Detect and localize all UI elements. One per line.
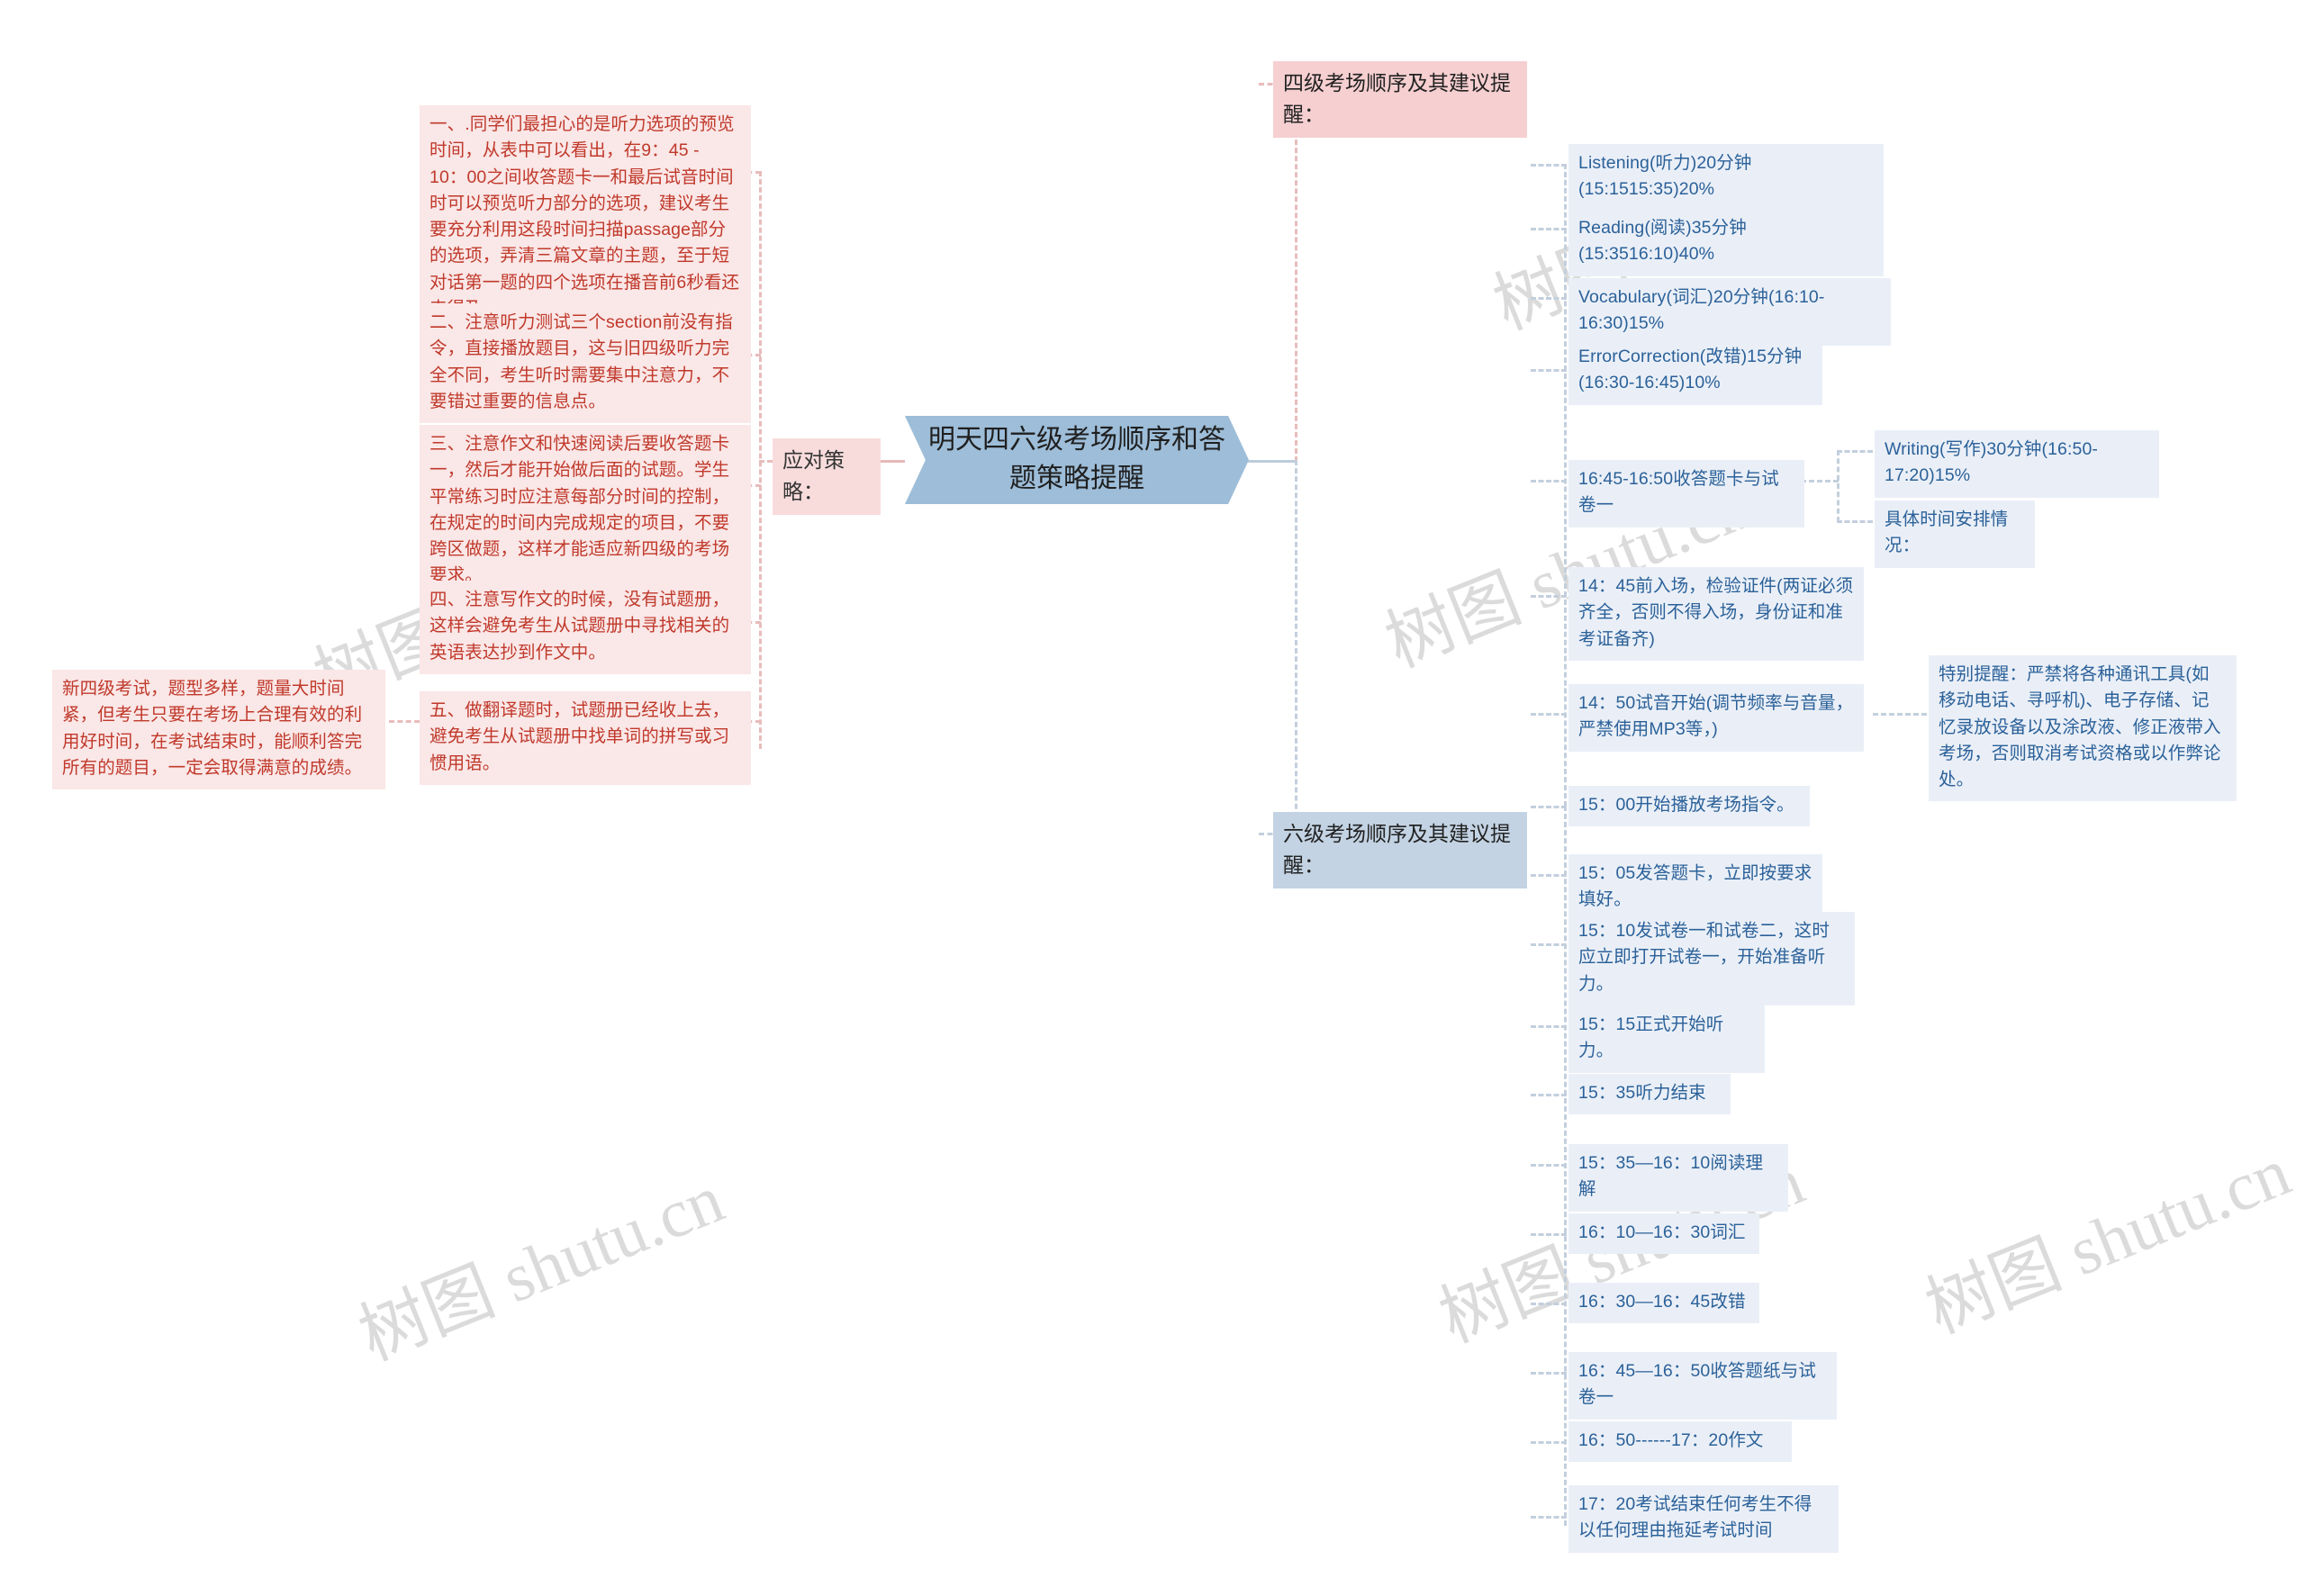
central-topic-label: 明天四六级考场顺序和答题策略提醒 <box>928 425 1225 493</box>
connector-cet4-item-4 <box>1531 369 1567 372</box>
watermark: 树图 shutu.cn <box>348 1160 734 1375</box>
strategy-item-4[interactable]: 四、注意写作文的时候，没有试题册，这样会避免考生从试题册中寻找相关的英语表达抄到… <box>420 581 751 674</box>
cet4-branch-label[interactable]: 四级考场顺序及其建议提醒： <box>1273 61 1527 138</box>
connector-cet6-item-6 <box>1531 1164 1567 1167</box>
cet6-item-5[interactable]: 15：35听力结束 <box>1568 1074 1731 1115</box>
cet6-item-3[interactable]: 15：10发试卷一和试卷二，这时应立即打开试卷一，开始准备听力。 <box>1568 912 1855 1005</box>
cet6-item-7[interactable]: 16：10—16：30词汇 <box>1568 1213 1759 1255</box>
connector-cet4-item-3 <box>1531 297 1567 300</box>
cet6-item-9[interactable]: 16：45—16：50收答题纸与试卷一 <box>1568 1352 1837 1420</box>
cet4-item-vocabulary[interactable]: Vocabulary(词汇)20分钟(16:10-16:30)15% <box>1568 278 1891 346</box>
strategy-item-3[interactable]: 三、注意作文和快速阅读后要收答题卡一，然后才能开始做后面的试题。学生平常练习时应… <box>420 425 751 598</box>
connector-cet6-item-4 <box>1531 1025 1567 1028</box>
strategy-item-5[interactable]: 五、做翻译题时，试题册已经收上去，避免考生从试题册中找单词的拼写或习惯用语。 <box>420 691 751 785</box>
cet6-item-10[interactable]: 16：50------17：20作文 <box>1568 1421 1792 1463</box>
connector-cet6-item-11 <box>1531 1516 1567 1519</box>
connector-cet4-trunk <box>1295 83 1297 462</box>
connector-collect-stub <box>1801 480 1839 482</box>
cet6-item-4[interactable]: 15：15正式开始听力。 <box>1568 1005 1765 1073</box>
connector-writing <box>1837 450 1873 453</box>
branch-strategy-label[interactable]: 应对策略： <box>773 438 881 515</box>
connector-left-spine <box>759 171 762 749</box>
connector-cet4-item-7 <box>1531 713 1567 716</box>
connector-special-note <box>1873 713 1927 716</box>
connector-cet6-item-5 <box>1531 1094 1567 1096</box>
mindmap-canvas: 树图 shutu.cn 树图 shutu.cn 树图 shutu.cn 树图 s… <box>0 0 2305 1596</box>
connector-cet6-item-1 <box>1531 806 1567 808</box>
connector-cet6-item-7 <box>1531 1233 1567 1236</box>
cet4-item-reading[interactable]: Reading(阅读)35分钟(15:3516:10)40% <box>1568 209 1884 276</box>
far-left-summary-note[interactable]: 新四级考试，题型多样，题量大时间紧，但考生只要在考场上合理有效的利用好时间，在考… <box>52 670 385 789</box>
cet4-item-listening[interactable]: Listening(听力)20分钟(15:1515:35)20% <box>1568 144 1884 212</box>
cet6-item-1[interactable]: 15：00开始播放考场指令。 <box>1568 786 1810 827</box>
connector-cet4-item-1 <box>1531 164 1567 167</box>
cet4-item-entry-check[interactable]: 14：45前入场，检验证件(两证必须齐全，否则不得入场，身份证和准考证备齐) <box>1568 567 1864 661</box>
cet4-item-collect-sheets[interactable]: 16:45-16:50收答题卡与试卷一 <box>1568 460 1804 527</box>
strategy-item-2[interactable]: 二、注意听力测试三个section前没有指令，直接播放题目，这与旧四级听力完全不… <box>420 303 751 423</box>
connector-cet6-item-8 <box>1531 1303 1567 1305</box>
connector-cet6-trunk <box>1295 460 1297 834</box>
connector-center-to-right <box>1247 460 1297 463</box>
cet4-item-sound-test[interactable]: 14：50试音开始(调节频率与音量，严禁使用MP3等，) <box>1568 684 1864 752</box>
cet6-item-6[interactable]: 15：35—16：10阅读理解 <box>1568 1144 1788 1212</box>
cet6-item-11[interactable]: 17：20考试结束任何考生不得以任何理由拖延考试时间 <box>1568 1485 1839 1553</box>
connector-cet4-spine <box>1564 164 1567 807</box>
cet4-item-error-correction[interactable]: ErrorCorrection(改错)15分钟(16:30-16:45)10% <box>1568 338 1822 405</box>
connector-cet6-item-3 <box>1531 943 1567 946</box>
connector-cet6-item-10 <box>1531 1441 1567 1444</box>
connector-schedule <box>1837 520 1873 523</box>
cet4-sub-writing[interactable]: Writing(写作)30分钟(16:50-17:20)15% <box>1875 430 2159 498</box>
cet4-sub-schedule-label[interactable]: 具体时间安排情况： <box>1875 500 2035 568</box>
special-reminder-note[interactable]: 特别提醒：严禁将各种通讯工具(如移动电话、寻呼机)、电子存储、记忆录放设备以及涂… <box>1929 655 2237 802</box>
connector-collect-spine <box>1837 450 1839 522</box>
cet6-branch-label[interactable]: 六级考场顺序及其建议提醒： <box>1273 812 1527 888</box>
connector-cet4-item-5 <box>1531 480 1567 482</box>
cet6-item-8[interactable]: 16：30—16：45改错 <box>1568 1283 1759 1324</box>
central-topic[interactable]: 明天四六级考场顺序和答题策略提醒 <box>905 416 1249 504</box>
strategy-item-1[interactable]: 一、.同学们最担心的是听力选项的预览时间，从表中可以看出，在9：45 - 10：… <box>420 105 751 330</box>
connector-cet6-item-9 <box>1531 1372 1567 1375</box>
connector-far-left-note <box>389 720 420 723</box>
watermark: 树图 shutu.cn <box>1915 1133 2300 1348</box>
connector-cet6-item-2 <box>1531 874 1567 877</box>
connector-cet4-item-2 <box>1531 228 1567 230</box>
connector-cet4-item-6 <box>1531 595 1567 598</box>
